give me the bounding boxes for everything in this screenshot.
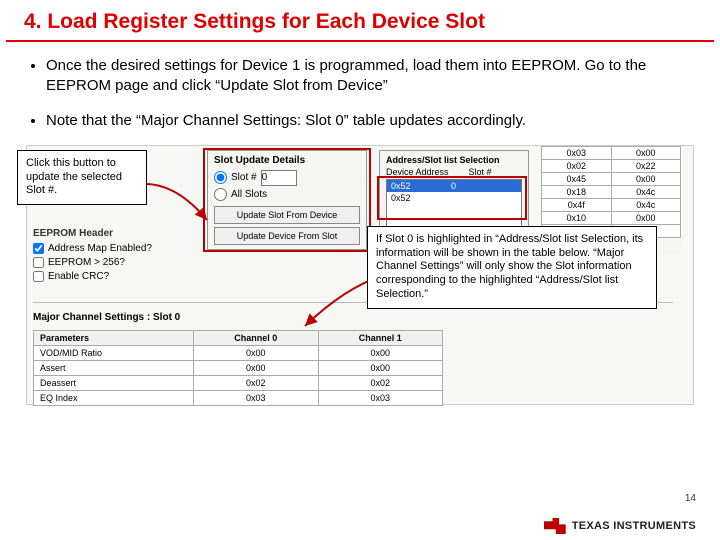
mcs-col-param: Parameters — [34, 330, 194, 345]
mini-cell: 0x4c — [611, 185, 681, 198]
arrow-left — [137, 182, 217, 237]
mini-cell: 0x00 — [611, 146, 681, 159]
update-slot-from-device-button[interactable]: Update Slot From Device — [214, 206, 360, 224]
mini-cell: 0x22 — [611, 159, 681, 172]
mcs-cell: Assert — [34, 360, 194, 375]
mini-cell: 0x4c — [611, 198, 681, 211]
col-slot-number: Slot # — [469, 167, 492, 177]
mini-cell: 0x02 — [542, 159, 612, 172]
page-number: 14 — [685, 493, 696, 504]
chk-enable-crc[interactable] — [33, 271, 44, 282]
list-row-selected[interactable]: 0x52 0 — [387, 180, 521, 192]
col-device-address: Device Address — [386, 167, 449, 177]
mcs-cell: 0x00 — [194, 345, 319, 360]
callout-left: Click this button to update the selected… — [17, 150, 147, 205]
radio-all-label: All Slots — [231, 189, 267, 200]
chk-address-map-label: Address Map Enabled? — [48, 243, 152, 254]
mcs-cell: VOD/MID Ratio — [34, 345, 194, 360]
mcs-cell: 0x03 — [318, 390, 443, 405]
chk-enable-crc-label: Enable CRC? — [48, 271, 109, 282]
mini-cell: 0x4f — [542, 198, 612, 211]
mini-cell: 0x03 — [542, 146, 612, 159]
mini-cell: 0x00 — [611, 172, 681, 185]
chk-eeprom-256-label: EEPROM > 256? — [48, 257, 125, 268]
mcs-cell: 0x03 — [194, 390, 319, 405]
mcs-cell: 0x00 — [318, 360, 443, 375]
update-device-from-slot-button[interactable]: Update Device From Slot — [214, 227, 360, 245]
mcs-cell: 0x00 — [318, 345, 443, 360]
list-cell: 0 — [451, 181, 456, 191]
major-channel-settings-table: Parameters Channel 0 Channel 1 VOD/MID R… — [33, 330, 443, 406]
mcs-cell: 0x02 — [194, 375, 319, 390]
mcs-cell: Deassert — [34, 375, 194, 390]
list-cell: 0x52 — [391, 193, 451, 203]
list-cell: 0x52 — [391, 181, 451, 191]
chk-address-map[interactable] — [33, 243, 44, 254]
radio-slot-label: Slot # — [231, 172, 257, 183]
ti-chip-icon — [544, 518, 566, 534]
slide-title: 4. Load Register Settings for Each Devic… — [6, 0, 714, 42]
ti-logo-text: TEXAS INSTRUMENTS — [572, 520, 696, 532]
major-channel-settings-header: Major Channel Settings : Slot 0 — [33, 312, 180, 323]
ti-logo: TEXAS INSTRUMENTS — [544, 518, 696, 534]
mini-cell: 0x00 — [611, 211, 681, 224]
callout-right: If Slot 0 is highlighted in “Address/Slo… — [367, 226, 657, 309]
slot-update-group: Slot Update Details Slot # All Slots Upd… — [207, 150, 367, 250]
mcs-cell: 0x02 — [318, 375, 443, 390]
address-slot-header: Address/Slot list Selection — [386, 155, 522, 165]
bullet-item: Note that the “Major Channel Settings: S… — [46, 111, 692, 131]
screenshot-panel: Click this button to update the selected… — [26, 145, 694, 405]
mini-cell: 0x18 — [542, 185, 612, 198]
slot-number-input[interactable] — [261, 170, 297, 186]
mini-cell: 0x45 — [542, 172, 612, 185]
bullet-item: Once the desired settings for Device 1 i… — [46, 56, 692, 97]
mcs-cell: EQ Index — [34, 390, 194, 405]
list-row[interactable]: 0x52 — [387, 192, 521, 204]
mini-cell: 0x10 — [542, 211, 612, 224]
chk-eeprom-256[interactable] — [33, 257, 44, 268]
bullet-list: Once the desired settings for Device 1 i… — [0, 56, 720, 131]
mcs-cell: 0x00 — [194, 360, 319, 375]
slot-update-header: Slot Update Details — [214, 155, 360, 166]
